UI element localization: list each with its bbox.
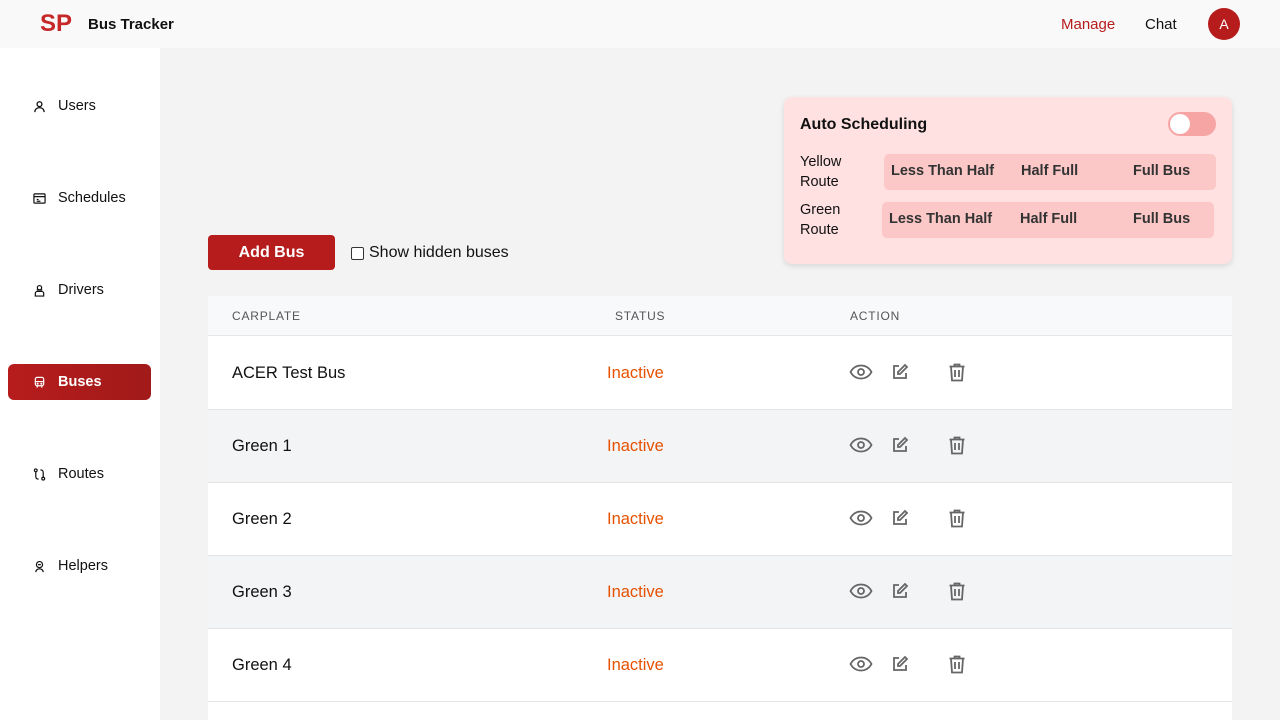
- view-icon[interactable]: [849, 507, 873, 529]
- carplate-cell: Green 3: [232, 583, 292, 601]
- view-icon[interactable]: [849, 580, 873, 602]
- nav-chat[interactable]: Chat: [1145, 16, 1177, 33]
- sidebar: Users Schedules Drivers Buses Routes Hel…: [0, 48, 160, 720]
- yellow-option-full-bus[interactable]: Full Bus: [1133, 163, 1190, 179]
- edit-icon[interactable]: [888, 580, 912, 602]
- sidebar-item-label: Drivers: [58, 282, 104, 298]
- view-icon[interactable]: [849, 361, 873, 383]
- delete-icon[interactable]: [945, 580, 969, 602]
- table-row: Green 2 Inactive: [208, 483, 1232, 556]
- sidebar-item-schedules[interactable]: Schedules: [8, 180, 151, 216]
- auto-scheduling-title: Auto Scheduling: [800, 116, 928, 133]
- edit-icon[interactable]: [888, 653, 912, 675]
- bus-table: CARPLATE STATUS ACTION ACER Test Bus Ina…: [208, 296, 1232, 720]
- sidebar-item-label: Helpers: [58, 558, 108, 574]
- table-row: Green 3 Inactive: [208, 556, 1232, 629]
- status-cell: Inactive: [607, 437, 664, 455]
- carplate-cell: Green 2: [232, 510, 292, 528]
- carplate-cell: Green 4: [232, 656, 292, 674]
- helper-icon: [32, 559, 46, 573]
- sidebar-item-users[interactable]: Users: [8, 88, 151, 124]
- green-option-full-bus[interactable]: Full Bus: [1133, 211, 1190, 227]
- carplate-cell: Green 1: [232, 437, 292, 455]
- sidebar-item-label: Routes: [58, 466, 104, 482]
- table-row: Green 4 Inactive: [208, 629, 1232, 702]
- column-header-action: ACTION: [850, 309, 901, 323]
- delete-icon[interactable]: [945, 507, 969, 529]
- column-header-carplate: CARPLATE: [232, 309, 301, 323]
- add-bus-button[interactable]: Add Bus: [208, 235, 335, 270]
- view-icon[interactable]: [849, 434, 873, 456]
- show-hidden-buses-toggle[interactable]: Show hidden buses: [351, 244, 509, 262]
- edit-icon[interactable]: [888, 361, 912, 383]
- yellow-route-options: Less Than Half Half Full Full Bus: [884, 154, 1216, 190]
- show-hidden-label: Show hidden buses: [369, 244, 509, 261]
- edit-icon[interactable]: [888, 507, 912, 529]
- app-logo[interactable]: SP: [40, 10, 72, 38]
- view-icon[interactable]: [849, 653, 873, 675]
- yellow-option-less-than-half[interactable]: Less Than Half: [891, 163, 994, 179]
- route-label-green: Green Route: [800, 202, 841, 238]
- toggle-knob: [1170, 114, 1190, 134]
- table-row: Green 1 Inactive: [208, 410, 1232, 483]
- sidebar-item-drivers[interactable]: Drivers: [8, 272, 151, 308]
- sidebar-item-label: Schedules: [58, 190, 126, 206]
- green-option-half-full[interactable]: Half Full: [1020, 211, 1077, 227]
- delete-icon[interactable]: [945, 361, 969, 383]
- route-label-yellow: Yellow Route: [800, 154, 842, 190]
- sidebar-item-routes[interactable]: Routes: [8, 456, 151, 492]
- app-title: Bus Tracker: [88, 16, 174, 33]
- delete-icon[interactable]: [945, 653, 969, 675]
- status-cell: Inactive: [607, 364, 664, 382]
- avatar[interactable]: A: [1208, 8, 1240, 40]
- status-cell: Inactive: [607, 510, 664, 528]
- sidebar-item-label: Buses: [58, 374, 102, 390]
- table-header: CARPLATE STATUS ACTION: [208, 296, 1232, 336]
- auto-scheduling-toggle[interactable]: [1168, 112, 1216, 136]
- calendar-icon: [32, 191, 46, 205]
- route-icon: [32, 467, 46, 481]
- sidebar-item-label: Users: [58, 98, 96, 114]
- green-option-less-than-half[interactable]: Less Than Half: [889, 211, 992, 227]
- auto-scheduling-card: Auto Scheduling Yellow Route Less Than H…: [784, 97, 1232, 264]
- driver-icon: [32, 283, 46, 297]
- sidebar-item-buses[interactable]: Buses: [8, 364, 151, 400]
- edit-icon[interactable]: [888, 434, 912, 456]
- nav-manage[interactable]: Manage: [1061, 16, 1115, 33]
- status-cell: Inactive: [607, 656, 664, 674]
- user-icon: [32, 99, 46, 113]
- table-row: ACER Test Bus Inactive: [208, 337, 1232, 410]
- yellow-option-half-full[interactable]: Half Full: [1021, 163, 1078, 179]
- top-bar: SP Bus Tracker Manage Chat A: [0, 0, 1280, 48]
- sidebar-item-helpers[interactable]: Helpers: [8, 548, 151, 584]
- delete-icon[interactable]: [945, 434, 969, 456]
- column-header-status: STATUS: [615, 309, 666, 323]
- carplate-cell: ACER Test Bus: [232, 364, 346, 382]
- green-route-options: Less Than Half Half Full Full Bus: [882, 202, 1214, 238]
- status-cell: Inactive: [607, 583, 664, 601]
- bus-icon: [32, 375, 46, 389]
- show-hidden-checkbox[interactable]: [351, 246, 364, 260]
